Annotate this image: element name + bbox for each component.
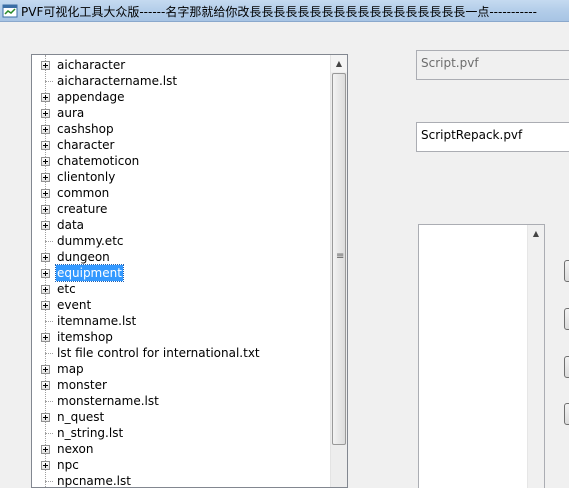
plus-box-icon[interactable] [41, 93, 50, 102]
tree-node[interactable]: aicharacter [32, 57, 332, 73]
tree-node-label[interactable]: npcname.lst [56, 473, 132, 487]
tree-branch-line [45, 321, 53, 322]
tree-node-label[interactable]: aicharacter [56, 57, 126, 73]
tree-node-label[interactable]: appendage [56, 89, 126, 105]
tree-node-label[interactable]: creature [56, 201, 108, 217]
tree-node[interactable]: chatemoticon [32, 153, 332, 169]
tree-node-label[interactable]: clientonly [56, 169, 116, 185]
action-button-2[interactable] [564, 308, 569, 330]
action-button-1[interactable] [564, 260, 569, 282]
plus-box-icon[interactable] [41, 61, 50, 70]
tree-node-label[interactable]: data [56, 217, 85, 233]
tree-node-label[interactable]: n_quest [56, 409, 105, 425]
tree-scrollbar[interactable]: ▲ ≡ [330, 55, 347, 487]
tree-node-label[interactable]: npc [56, 457, 80, 473]
plus-box-icon[interactable] [41, 157, 50, 166]
tree-node[interactable]: nexon [32, 441, 332, 457]
tree-node[interactable]: monster [32, 377, 332, 393]
tree-node[interactable]: event [32, 297, 332, 313]
log-textarea[interactable]: ▲ [418, 224, 545, 488]
plus-box-icon[interactable] [41, 413, 50, 422]
tree-node[interactable]: creature [32, 201, 332, 217]
input-file-field[interactable]: Script.pvf [416, 50, 569, 80]
tree-node[interactable]: appendage [32, 89, 332, 105]
tree-scroll-thumb[interactable]: ≡ [332, 73, 346, 445]
action-button-3[interactable] [564, 356, 569, 378]
log-scrollbar[interactable]: ▲ [527, 225, 544, 488]
arrow-up-icon[interactable]: ▲ [331, 55, 347, 72]
app-window-icon [2, 3, 18, 19]
tree-node-label[interactable]: nexon [56, 441, 94, 457]
tree-node[interactable]: npc [32, 457, 332, 473]
tree-branch-line [45, 81, 53, 82]
tree-branch-line [45, 353, 53, 354]
tree-node[interactable]: itemshop [32, 329, 332, 345]
plus-box-icon[interactable] [41, 381, 50, 390]
tree-node[interactable]: lst file control for international.txt [32, 345, 332, 361]
plus-box-icon[interactable] [41, 205, 50, 214]
tree-node[interactable]: aicharactername.lst [32, 73, 332, 89]
tree-node-label[interactable]: n_string.lst [56, 425, 124, 441]
tree-node-list: aicharacter aicharactername.lst appendage a… [32, 57, 332, 487]
tree-node[interactable]: equipment [32, 264, 332, 282]
tree-node[interactable]: dungeon [32, 249, 332, 265]
title-bar[interactable]: PVF可视化工具大众版------名字那就给你改長長長長長長長長長長長長長長長長… [0, 0, 569, 22]
tree-node[interactable]: data [32, 217, 332, 233]
tree-node[interactable]: cashshop [32, 121, 332, 137]
output-file-field[interactable]: ScriptRepack.pvf [416, 122, 569, 152]
plus-box-icon[interactable] [41, 109, 50, 118]
plus-box-icon[interactable] [41, 125, 50, 134]
tree-node-label[interactable]: character [56, 137, 115, 153]
tree-node[interactable]: clientonly [32, 169, 332, 185]
action-button-4[interactable] [564, 403, 569, 425]
plus-box-icon[interactable] [41, 333, 50, 342]
tree-node[interactable]: common [32, 185, 332, 201]
tree-node[interactable]: dummy.etc [32, 233, 332, 249]
tree-node-label[interactable]: event [56, 297, 92, 313]
arrow-up-icon[interactable]: ▲ [528, 225, 544, 242]
tree-node-label[interactable]: aicharactername.lst [56, 73, 178, 89]
tree-node[interactable]: etc [32, 281, 332, 297]
tree-node[interactable]: character [32, 137, 332, 153]
tree-node-label[interactable]: cashshop [56, 121, 115, 137]
tree-node-label[interactable]: monster [56, 377, 108, 393]
tree-branch-line [45, 401, 53, 402]
tree-node-label[interactable]: map [56, 361, 85, 377]
plus-box-icon[interactable] [41, 461, 50, 470]
tree-node-label[interactable]: itemshop [56, 329, 114, 345]
window-title: PVF可视化工具大众版------名字那就给你改長長長長長長長長長長長長長長長長… [21, 5, 537, 19]
tree-node[interactable]: monstername.lst [32, 393, 332, 409]
tree-node-label[interactable]: equipment [55, 264, 124, 282]
plus-box-icon[interactable] [41, 173, 50, 182]
file-tree[interactable]: aicharacter aicharactername.lst appendage a… [31, 54, 348, 488]
tree-node[interactable]: map [32, 361, 332, 377]
tree-node-label[interactable]: lst file control for international.txt [56, 345, 261, 361]
plus-box-icon[interactable] [41, 253, 50, 262]
tree-node[interactable]: itemname.lst [32, 313, 332, 329]
plus-box-icon[interactable] [41, 301, 50, 310]
tree-node-label[interactable]: dummy.etc [56, 233, 125, 249]
plus-box-icon[interactable] [41, 189, 50, 198]
tree-node[interactable]: n_string.lst [32, 425, 332, 441]
tree-node-label[interactable]: etc [56, 281, 77, 297]
tree-node-label[interactable]: common [56, 185, 110, 201]
tree-branch-line [45, 433, 53, 434]
plus-box-icon[interactable] [41, 141, 50, 150]
plus-box-icon[interactable] [41, 269, 50, 278]
tree-node[interactable]: npcname.lst [32, 473, 332, 487]
plus-box-icon[interactable] [41, 445, 50, 454]
plus-box-icon[interactable] [41, 365, 50, 374]
plus-box-icon[interactable] [41, 285, 50, 294]
scroll-grip-icon: ≡ [336, 251, 345, 262]
tree-node-label[interactable]: monstername.lst [56, 393, 160, 409]
tree-node-label[interactable]: dungeon [56, 249, 111, 265]
tree-node-label[interactable]: itemname.lst [56, 313, 137, 329]
tree-branch-line [45, 481, 53, 482]
tree-node-label[interactable]: chatemoticon [56, 153, 140, 169]
tree-node[interactable]: n_quest [32, 409, 332, 425]
plus-box-icon[interactable] [41, 221, 50, 230]
tree-node[interactable]: aura [32, 105, 332, 121]
tree-branch-line [45, 241, 53, 242]
tree-node-label[interactable]: aura [56, 105, 85, 121]
